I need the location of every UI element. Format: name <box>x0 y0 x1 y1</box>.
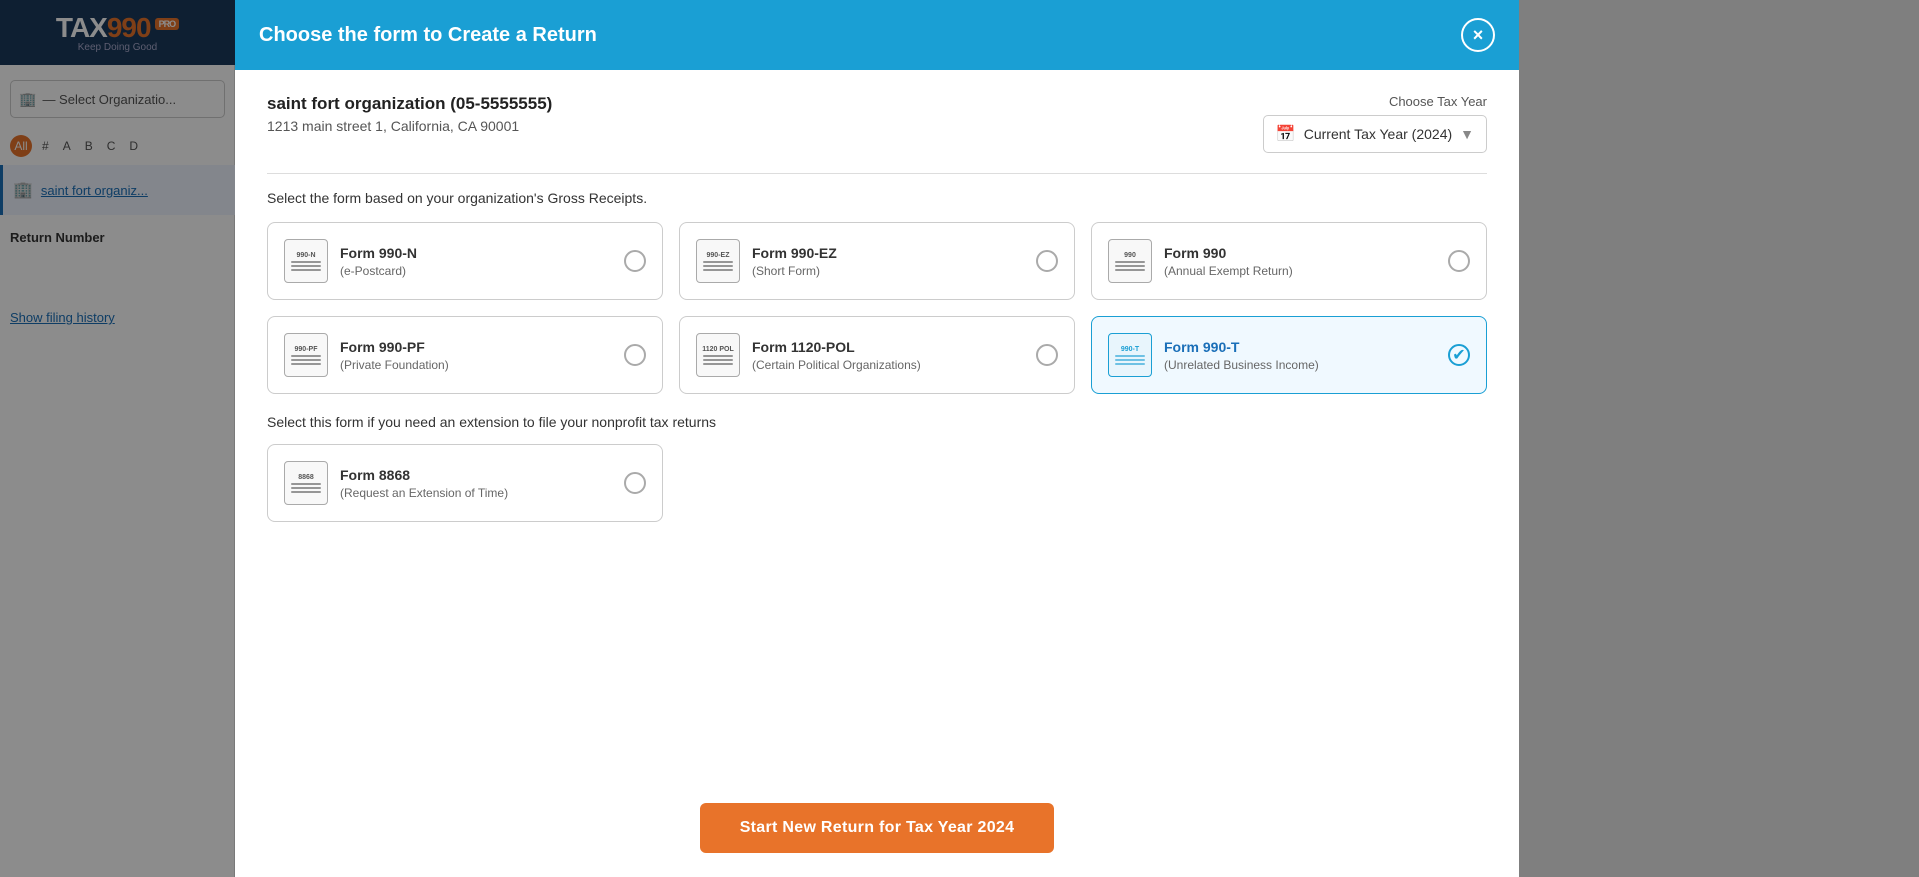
radio-990ez[interactable] <box>1036 250 1058 272</box>
radio-990t[interactable]: ✔ <box>1448 344 1470 366</box>
form-subname-990n: (e-Postcard) <box>340 264 417 278</box>
form-card-990pf[interactable]: 990-PF Form 990-PF (Private Foundation) <box>267 316 663 394</box>
form-card-990n[interactable]: 990-N Form 990-N (e-Postcard) <box>267 222 663 300</box>
divider-1 <box>267 173 1487 174</box>
tax-year-label: Choose Tax Year <box>1389 94 1487 109</box>
form-card-left-990pf: 990-PF Form 990-PF (Private Foundation) <box>284 333 449 377</box>
form-card-left-990n: 990-N Form 990-N (e-Postcard) <box>284 239 417 283</box>
form-info-1120pol: Form 1120-POL (Certain Political Organiz… <box>752 338 921 372</box>
form-name-1120pol: Form 1120-POL <box>752 338 921 356</box>
form-icon-1120pol: 1120 POL <box>696 333 740 377</box>
form-card-left-1120pol: 1120 POL Form 1120-POL (Certain Politica… <box>696 333 921 377</box>
form-name-990pf: Form 990-PF <box>340 338 449 356</box>
forms-grid: 990-N Form 990-N (e-Postcard) <box>267 222 1487 394</box>
form-card-left-990ez: 990-EZ Form 990-EZ (Short Form) <box>696 239 837 283</box>
form-card-left-990t: 990-T Form 990-T (Unrelated Business Inc… <box>1108 333 1319 377</box>
radio-990pf[interactable] <box>624 344 646 366</box>
form-subname-1120pol: (Certain Political Organizations) <box>752 358 921 372</box>
form-subname-990: (Annual Exempt Return) <box>1164 264 1293 278</box>
start-return-button[interactable]: Start New Return for Tax Year 2024 <box>700 803 1055 853</box>
extension-grid: 8868 Form 8868 (Request an Extension of … <box>267 444 1487 522</box>
dropdown-arrow-icon: ▼ <box>1460 126 1474 142</box>
form-name-8868: Form 8868 <box>340 466 508 484</box>
form-icon-990pf: 990-PF <box>284 333 328 377</box>
modal-header: Choose the form to Create a Return × <box>235 0 1519 70</box>
form-icon-990n: 990-N <box>284 239 328 283</box>
modal-body: saint fort organization (05-5555555) 121… <box>235 70 1519 787</box>
form-card-990ez[interactable]: 990-EZ Form 990-EZ (Short Form) <box>679 222 1075 300</box>
checkmark-icon: ✔ <box>1452 345 1465 365</box>
radio-8868[interactable] <box>624 472 646 494</box>
form-card-990t[interactable]: 990-T Form 990-T (Unrelated Business Inc… <box>1091 316 1487 394</box>
form-info-990: Form 990 (Annual Exempt Return) <box>1164 244 1293 278</box>
form-icon-8868: 8868 <box>284 461 328 505</box>
form-name-990: Form 990 <box>1164 244 1293 262</box>
tax-year-dropdown[interactable]: 📅 Current Tax Year (2024) ▼ <box>1263 115 1487 153</box>
radio-1120pol[interactable] <box>1036 344 1058 366</box>
org-header-row: saint fort organization (05-5555555) 121… <box>267 94 1487 153</box>
modal-title: Choose the form to Create a Return <box>259 24 597 47</box>
form-info-990pf: Form 990-PF (Private Foundation) <box>340 338 449 372</box>
create-return-modal: Choose the form to Create a Return × sai… <box>235 0 1519 877</box>
form-card-left-990: 990 Form 990 (Annual Exempt Return) <box>1108 239 1293 283</box>
form-card-990[interactable]: 990 Form 990 (Annual Exempt Return) <box>1091 222 1487 300</box>
form-icon-990ez: 990-EZ <box>696 239 740 283</box>
form-subname-8868: (Request an Extension of Time) <box>340 486 508 500</box>
modal-footer: Start New Return for Tax Year 2024 <box>235 787 1519 877</box>
form-icon-990: 990 <box>1108 239 1152 283</box>
form-subname-990t: (Unrelated Business Income) <box>1164 358 1319 372</box>
form-card-left-8868: 8868 Form 8868 (Request an Extension of … <box>284 461 508 505</box>
extension-section-label: Select this form if you need an extensio… <box>267 414 1487 430</box>
form-info-990n: Form 990-N (e-Postcard) <box>340 244 417 278</box>
form-card-8868[interactable]: 8868 Form 8868 (Request an Extension of … <box>267 444 663 522</box>
form-name-990ez: Form 990-EZ <box>752 244 837 262</box>
modal-close-button[interactable]: × <box>1461 18 1495 52</box>
form-name-990t: Form 990-T <box>1164 338 1319 356</box>
form-subname-990ez: (Short Form) <box>752 264 837 278</box>
form-card-1120pol[interactable]: 1120 POL Form 1120-POL (Certain Politica… <box>679 316 1075 394</box>
org-address: 1213 main street 1, California, CA 90001 <box>267 118 552 134</box>
tax-year-value: Current Tax Year (2024) <box>1304 126 1452 142</box>
org-title: saint fort organization (05-5555555) <box>267 94 552 114</box>
form-info-990t: Form 990-T (Unrelated Business Income) <box>1164 338 1319 372</box>
form-info-990ez: Form 990-EZ (Short Form) <box>752 244 837 278</box>
org-info: saint fort organization (05-5555555) 121… <box>267 94 552 134</box>
radio-990[interactable] <box>1448 250 1470 272</box>
form-subname-990pf: (Private Foundation) <box>340 358 449 372</box>
calendar-icon: 📅 <box>1276 124 1296 144</box>
form-info-8868: Form 8868 (Request an Extension of Time) <box>340 466 508 500</box>
tax-year-section: Choose Tax Year 📅 Current Tax Year (2024… <box>1263 94 1487 153</box>
form-icon-990t: 990-T <box>1108 333 1152 377</box>
radio-990n[interactable] <box>624 250 646 272</box>
form-name-990n: Form 990-N <box>340 244 417 262</box>
gross-receipts-label: Select the form based on your organizati… <box>267 190 1487 206</box>
